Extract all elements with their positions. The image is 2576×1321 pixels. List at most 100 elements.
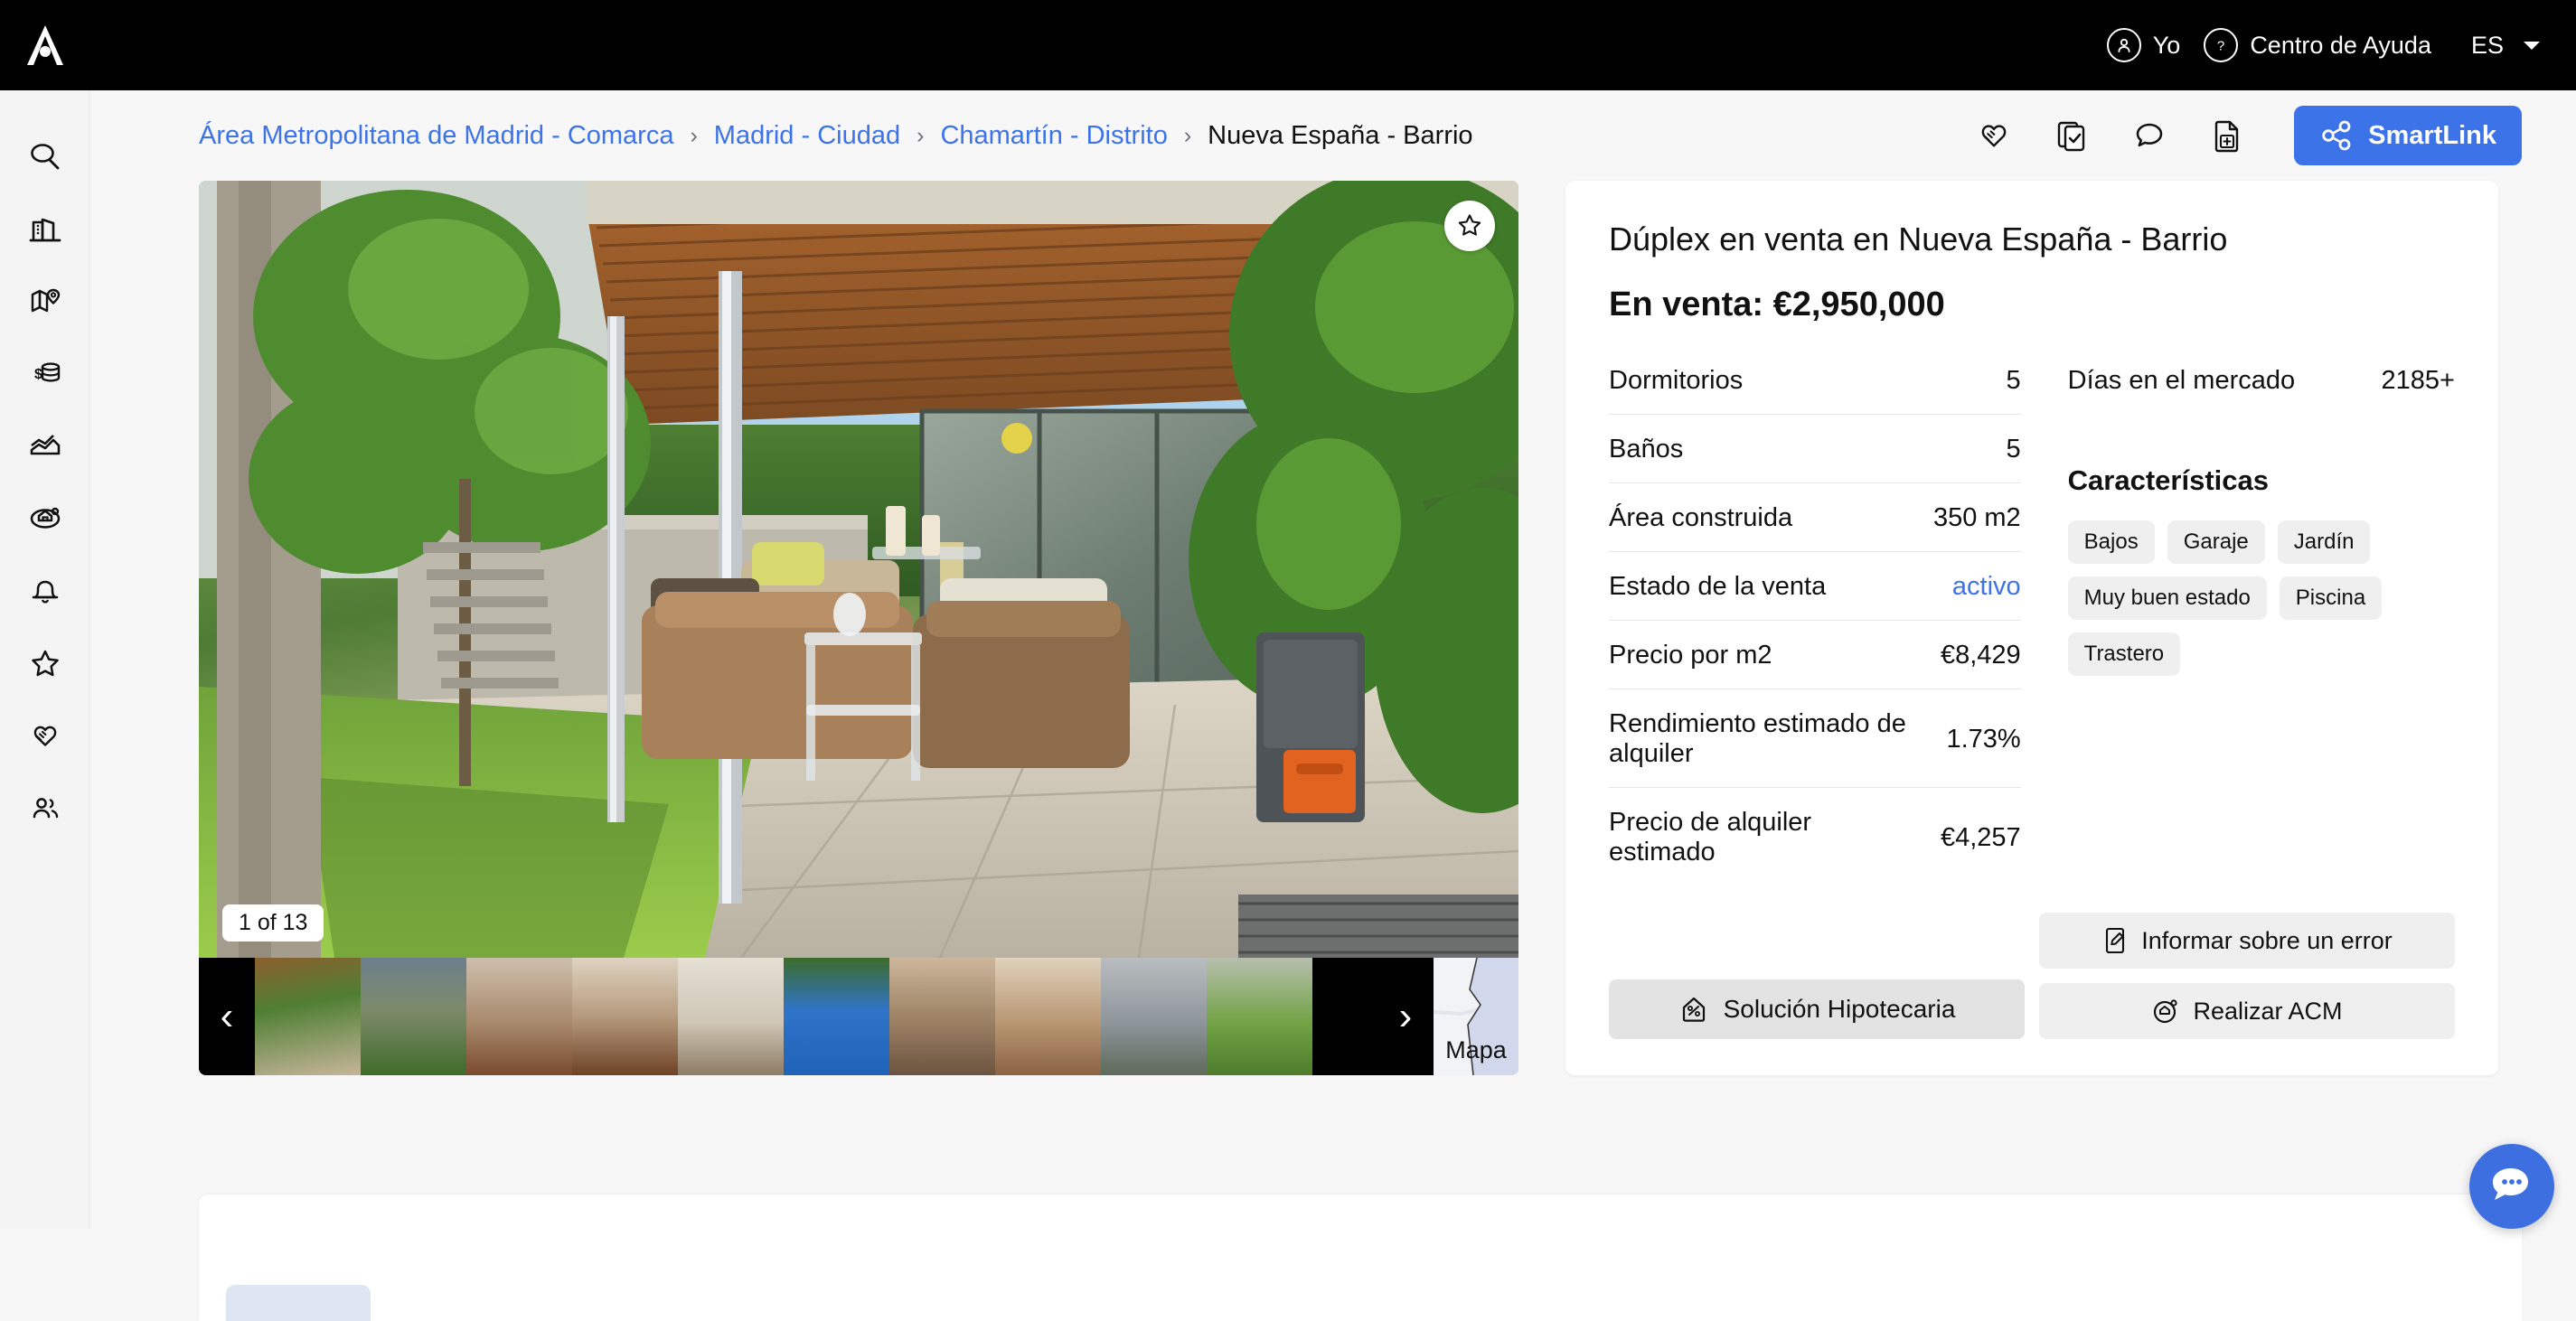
star-icon xyxy=(1458,214,1481,236)
sidebar-item-deals[interactable] xyxy=(7,701,83,770)
image-counter-badge: 1 of 13 xyxy=(222,904,324,942)
deal-action-button[interactable] xyxy=(1970,112,2017,159)
features-heading: Características xyxy=(2067,464,2269,496)
money-stack-icon: $ xyxy=(34,362,60,382)
sidebar-item-analytics[interactable] xyxy=(7,412,83,481)
comments-button[interactable] xyxy=(2126,112,2173,159)
thumbnail-list xyxy=(255,958,1312,1075)
thumbnail-4[interactable] xyxy=(678,958,784,1075)
feature-tag[interactable]: Trastero xyxy=(2067,632,2181,676)
language-selector[interactable]: ES xyxy=(2471,32,2540,60)
help-center-label: Centro de Ayuda xyxy=(2250,31,2431,59)
listing-price: En venta: €2,950,000 xyxy=(1609,286,1945,323)
left-sidebar: $ xyxy=(0,90,90,1229)
breadcrumb-item-2[interactable]: Chamartín - Distrito xyxy=(940,121,1167,151)
mortgage-solution-label: Solución Hipotecaria xyxy=(1723,995,1956,1023)
sidebar-item-favorites[interactable] xyxy=(7,629,83,698)
detail-row-sale-status: Estado de la venta activo xyxy=(1609,552,2021,621)
question-mark-icon: ? xyxy=(2204,28,2239,62)
detail-value: 5 xyxy=(2006,366,2021,395)
chat-bubble-icon xyxy=(2493,1168,2528,1200)
detail-row-days-on-market: Días en el mercado 2185+ xyxy=(2068,366,2455,414)
building-icon xyxy=(29,218,61,242)
feature-tag[interactable]: Muy buen estado xyxy=(2067,576,2267,620)
hero-image[interactable]: 1 of 13 xyxy=(199,181,1518,958)
thumbnail-6[interactable] xyxy=(889,958,995,1075)
detail-value: 5 xyxy=(2006,435,2021,464)
sidebar-item-alerts[interactable] xyxy=(7,557,83,625)
thumbnail-3[interactable] xyxy=(572,958,678,1075)
edit-report-icon xyxy=(2106,927,2125,954)
breadcrumb-item-0[interactable]: Área Metropolitana de Madrid - Comarca xyxy=(199,121,673,151)
bottom-section-tab[interactable] xyxy=(226,1285,371,1321)
detail-value: 1.73% xyxy=(1946,724,2021,754)
map-icon xyxy=(31,288,60,313)
breadcrumb-separator: › xyxy=(690,122,698,148)
thumbnail-7[interactable] xyxy=(995,958,1101,1075)
sidebar-item-valuation[interactable] xyxy=(7,484,83,553)
detail-row-bathrooms: Baños 5 xyxy=(1609,415,2021,483)
add-document-button[interactable] xyxy=(2204,112,2251,159)
thumbnail-9[interactable] xyxy=(1207,958,1312,1075)
smartlink-label: SmartLink xyxy=(2368,120,2496,150)
thumbnail-2[interactable] xyxy=(466,958,572,1075)
page-subheader: Área Metropolitana de Madrid - Comarca ›… xyxy=(90,90,2576,181)
perform-acm-label: Realizar ACM xyxy=(2193,997,2343,1025)
share-nodes-icon xyxy=(2322,120,2351,151)
page-title: Dúplex en venta en Nueva España - Barrio xyxy=(1609,220,2228,258)
feature-tag[interactable]: Garaje xyxy=(2167,520,2265,564)
report-error-button[interactable]: Informar sobre un error xyxy=(2039,913,2455,969)
gallery-next-button[interactable]: › xyxy=(1377,958,1434,1075)
breadcrumb-item-1[interactable]: Madrid - Ciudad xyxy=(714,121,900,151)
mortgage-solution-button[interactable]: Solución Hipotecaria xyxy=(1609,979,2025,1039)
feature-tag[interactable]: Piscina xyxy=(2279,576,2383,620)
detail-label: Rendimiento estimado de alquiler xyxy=(1609,709,1906,768)
help-center-link[interactable]: ? Centro de Ayuda xyxy=(2204,28,2431,62)
favorite-button[interactable] xyxy=(1444,201,1495,251)
chart-area-icon xyxy=(30,435,60,455)
sidebar-item-search[interactable] xyxy=(7,123,83,192)
perform-acm-button[interactable]: Realizar ACM xyxy=(2039,983,2455,1039)
home-valuation-icon xyxy=(30,507,60,529)
sidebar-item-buildings[interactable] xyxy=(7,195,83,264)
account-menu[interactable]: Yo xyxy=(2106,28,2181,62)
search-icon xyxy=(30,144,59,170)
thumbnail-0[interactable] xyxy=(255,958,361,1075)
detail-value: 350 m2 xyxy=(1932,503,2021,532)
detail-label: Precio de alquiler estimado xyxy=(1609,808,1812,867)
thumbnail-1[interactable] xyxy=(361,958,466,1075)
feature-tag[interactable]: Bajos xyxy=(2067,520,2155,564)
sidebar-item-contacts[interactable] xyxy=(7,773,83,842)
header-action-group: SmartLink xyxy=(1970,106,2522,165)
top-bar-right-group: Yo ? Centro de Ayuda ES xyxy=(2106,28,2576,62)
listing-details-card: Dúplex en venta en Nueva España - Barrio… xyxy=(1565,181,2498,1075)
map-thumbnail[interactable]: Mapa xyxy=(1434,958,1518,1075)
home-search-icon xyxy=(2154,999,2178,1024)
bell-icon xyxy=(32,580,58,604)
sidebar-item-finance[interactable]: $ xyxy=(7,340,83,408)
feature-tag[interactable]: Jardín xyxy=(2277,520,2371,564)
chat-launcher-button[interactable] xyxy=(2469,1144,2554,1229)
detail-row-price-per-m2: Precio por m2 €8,429 xyxy=(1609,621,2021,689)
document-check-button[interactable] xyxy=(2048,112,2095,159)
sidebar-item-map[interactable] xyxy=(7,267,83,336)
star-icon xyxy=(31,650,59,677)
property-gallery: 1 of 13 ‹ › Mapa xyxy=(199,181,1518,1075)
a-logo-icon xyxy=(27,25,63,65)
detail-row-bedrooms: Dormitorios 5 xyxy=(1609,366,2021,415)
features-tag-list: Bajos Garaje Jardín Muy buen estado Pisc… xyxy=(2067,520,2455,676)
thumbnail-strip: ‹ › Mapa xyxy=(199,958,1518,1075)
svg-text:?: ? xyxy=(2217,39,2224,54)
handshake-icon xyxy=(1981,125,2007,147)
detail-row-built-area: Área construida 350 m2 xyxy=(1609,483,2021,552)
handshake-icon xyxy=(33,726,56,746)
account-label: Yo xyxy=(2152,31,2181,59)
thumbnail-5[interactable] xyxy=(784,958,889,1075)
chat-bubble-icon xyxy=(2136,123,2163,147)
thumbnail-8[interactable] xyxy=(1101,958,1207,1075)
smartlink-button[interactable]: SmartLink xyxy=(2294,106,2522,165)
detail-value-status[interactable]: activo xyxy=(1952,572,2021,602)
bottom-section-card xyxy=(199,1195,2522,1321)
gallery-prev-button[interactable]: ‹ xyxy=(199,958,255,1075)
app-logo[interactable] xyxy=(0,22,90,69)
